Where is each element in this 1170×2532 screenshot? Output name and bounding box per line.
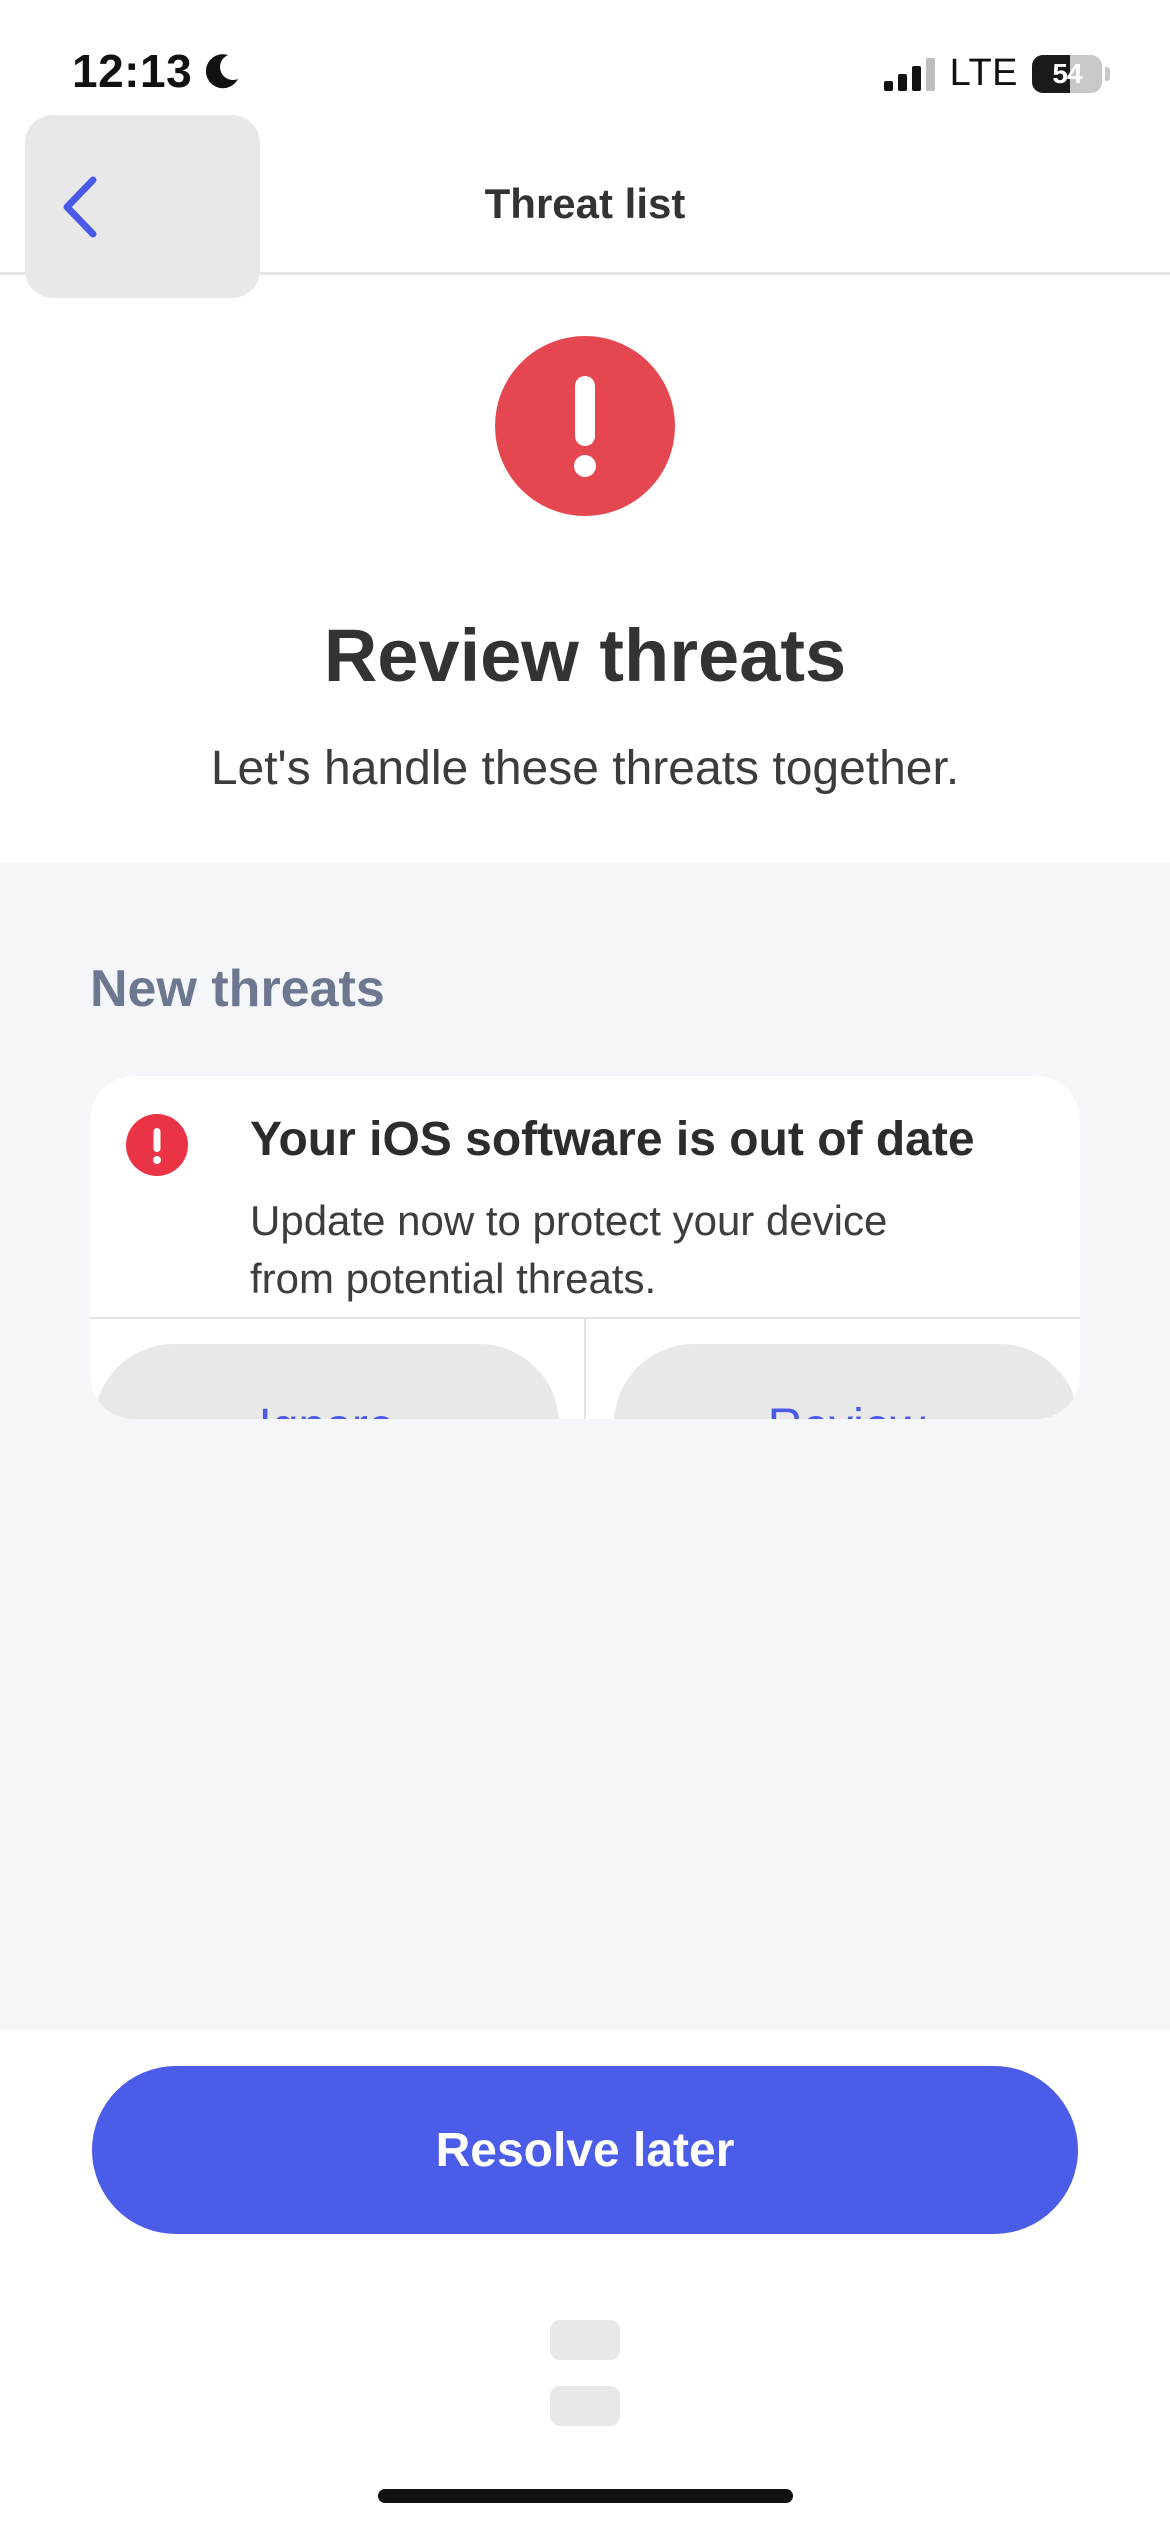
hero-subtitle: Let's handle these threats together. [210,742,960,795]
nav-bar: Threat list [0,110,1170,298]
threat-title: Your iOS software is out of date [250,1113,975,1166]
section-heading: New threats [90,960,385,1018]
home-indicator[interactable] [378,2489,793,2503]
resolve-later-button[interactable]: Resolve later [92,2066,1078,2234]
review-button[interactable]: Review [614,1344,1079,1419]
hero-section: Review threats Let's handle these threat… [0,275,1170,863]
hero-title: Review threats [323,614,847,697]
status-time-text: 12:13 [72,45,193,97]
chevron-left-icon [63,176,97,237]
status-indicators: LTE 54 [883,52,1110,95]
threat-description: Update now to protect your device from p… [250,1197,888,1302]
battery-tip [1105,66,1110,81]
battery-level: 54 [1052,57,1082,89]
status-time: 12:13 [72,44,242,98]
alert-exclamation-icon [495,336,675,516]
threats-section: New threats Your iOS software is out of … [0,863,1170,2030]
threat-card: Your iOS software is out of date Update … [90,1076,1080,1419]
moon-icon [206,54,239,89]
status-bar: 12:13 LTE 54 [0,0,1170,110]
signal-icon [883,57,935,91]
card-divider-vertical [584,1319,586,1419]
drag-handle-top [550,2320,620,2360]
alert-exclamation-icon [126,1114,188,1176]
ignore-button[interactable]: Ignore [94,1344,559,1419]
back-button[interactable] [25,115,260,298]
screen: 12:13 LTE 54 Threat list Review threats … [0,0,1170,2532]
drag-handle-bottom [550,2386,620,2426]
battery-icon: 54 [1032,54,1102,93]
network-label: LTE [949,52,1018,94]
